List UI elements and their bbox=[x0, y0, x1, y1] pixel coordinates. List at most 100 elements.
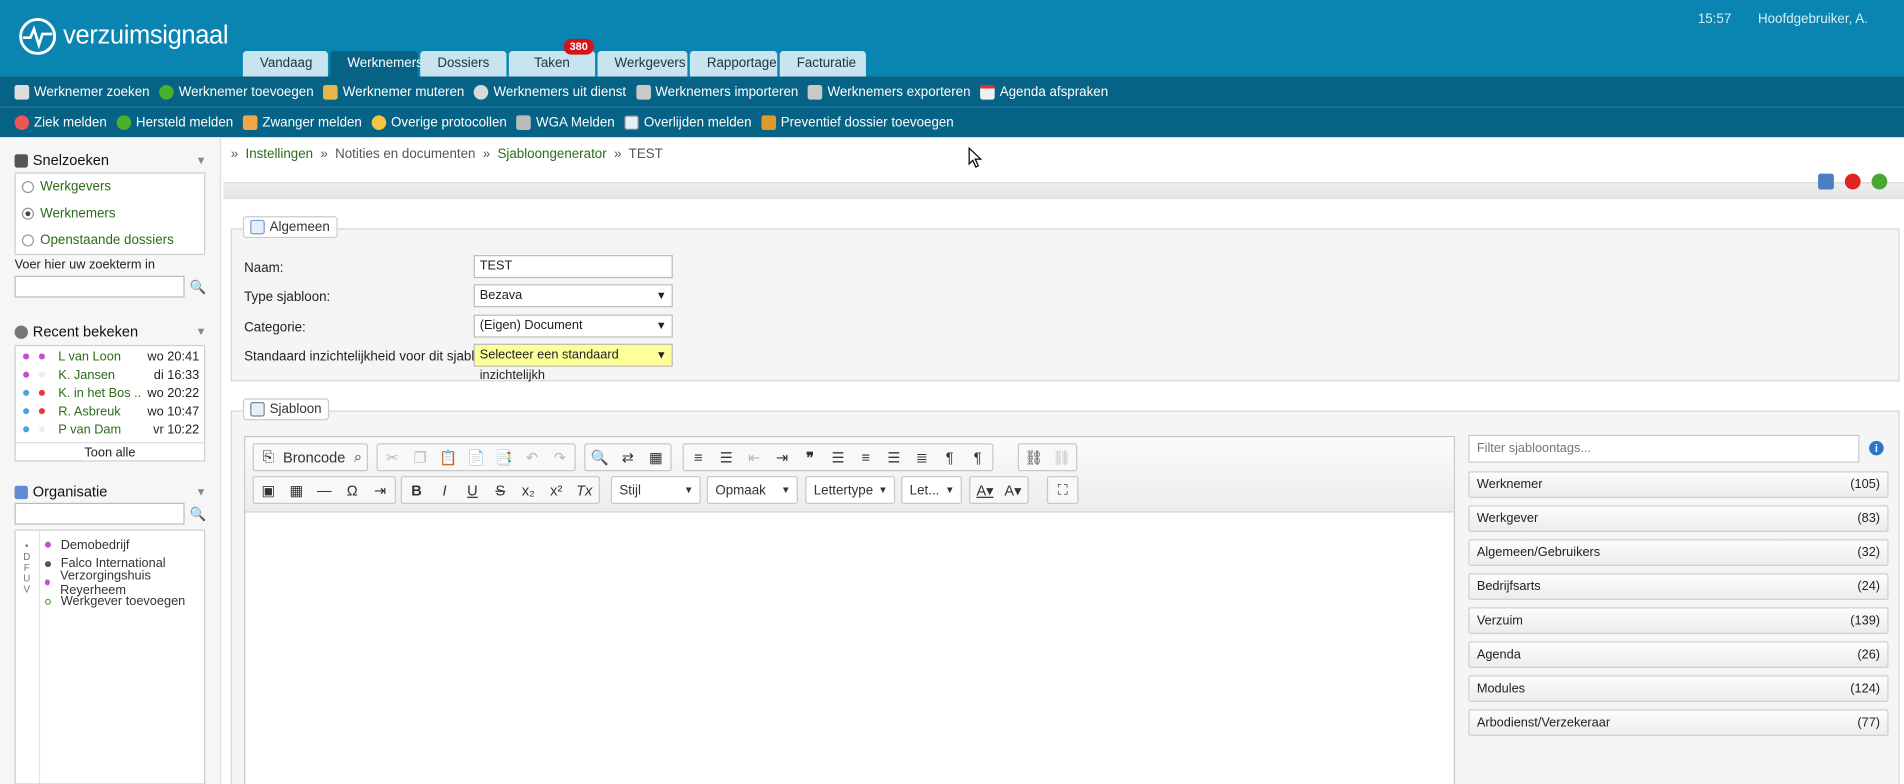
list-item[interactable]: L van Loon wo 20:41 bbox=[16, 347, 204, 365]
show-all-link[interactable]: Toon alle bbox=[15, 442, 205, 464]
quick-search-input[interactable] bbox=[14, 275, 185, 298]
tab-rapportage[interactable]: Rapportage bbox=[689, 51, 778, 77]
wga-melden-button[interactable]: WGA Melden bbox=[516, 115, 615, 130]
search-icon[interactable]: 🔍 bbox=[590, 448, 609, 467]
font-size-dropdown[interactable]: Let... ▼ bbox=[901, 476, 962, 505]
paste-icon[interactable]: 📋 bbox=[438, 448, 457, 467]
werknemer-zoeken-button[interactable]: Werknemer zoeken bbox=[14, 84, 150, 99]
tab-werkgevers[interactable]: Werkgevers bbox=[597, 51, 688, 77]
close-icon[interactable] bbox=[1844, 173, 1861, 190]
strikethrough-icon[interactable]: S bbox=[491, 480, 510, 499]
collapse-icon[interactable]: ▼ bbox=[196, 486, 207, 498]
tag-group-verzuim[interactable]: Verzuim (139) bbox=[1468, 607, 1889, 634]
unlink-icon[interactable]: ⛓ bbox=[1052, 448, 1071, 467]
tag-group-werknemer[interactable]: Werknemer (105) bbox=[1468, 471, 1889, 498]
remove-format-icon[interactable]: Tx bbox=[574, 480, 593, 499]
visibility-select[interactable]: Selecteer een standaard inzichtelijkh ▼ bbox=[473, 343, 673, 383]
style-dropdown[interactable]: Stijl ▼ bbox=[610, 476, 701, 505]
text-color-icon[interactable]: A▾ bbox=[975, 480, 994, 499]
format-dropdown[interactable]: Opmaak ▼ bbox=[706, 476, 798, 505]
replace-icon[interactable]: ⇄ bbox=[618, 448, 637, 467]
align-center-icon[interactable]: ≡ bbox=[856, 448, 875, 467]
refresh-icon[interactable] bbox=[1871, 173, 1888, 190]
tab-dossiers[interactable]: Dossiers bbox=[420, 51, 507, 77]
paste-text-icon[interactable]: 📄 bbox=[466, 448, 485, 467]
redo-icon[interactable]: ↷ bbox=[550, 448, 569, 467]
overlijden-melden-button[interactable]: Overlijden melden bbox=[624, 115, 752, 130]
tag-filter-input[interactable]: Filter sjabloontags... bbox=[1468, 434, 1860, 463]
save-icon[interactable] bbox=[1818, 173, 1834, 190]
rtl-icon[interactable]: ¶ bbox=[968, 448, 987, 467]
letter-index[interactable]: • D F U V bbox=[21, 540, 33, 595]
search-icon[interactable]: 🔍 bbox=[189, 506, 206, 523]
tag-group-arbodienst[interactable]: Arbodienst/Verzekeraar (77) bbox=[1468, 709, 1889, 736]
table-icon[interactable]: ▦ bbox=[287, 480, 306, 499]
category-select[interactable]: (Eigen) Document ▼ bbox=[473, 314, 673, 338]
werknemers-exporteren-button[interactable]: Werknemers exporteren bbox=[808, 84, 971, 99]
indent-icon[interactable]: ⇥ bbox=[772, 448, 791, 467]
radio-openstaande-dossiers[interactable]: Openstaande dossiers bbox=[16, 227, 204, 254]
align-left-icon[interactable]: ☰ bbox=[828, 448, 847, 467]
source-button[interactable]: ⎘ Broncode bbox=[259, 448, 346, 467]
preventief-dossier-button[interactable]: Preventief dossier toevoegen bbox=[761, 115, 954, 130]
blockquote-icon[interactable]: ❞ bbox=[800, 448, 819, 467]
bold-icon[interactable]: B bbox=[407, 480, 426, 499]
background-color-icon[interactable]: A▾ bbox=[1003, 480, 1022, 499]
hersteld-melden-button[interactable]: Hersteld melden bbox=[116, 115, 233, 130]
tree-item[interactable]: Verzorgingshuis Reyerheem bbox=[44, 568, 204, 597]
organisation-search-input[interactable] bbox=[14, 502, 185, 525]
collapse-icon[interactable]: ▼ bbox=[196, 154, 207, 166]
cut-icon[interactable]: ✂ bbox=[383, 448, 402, 467]
tab-taken[interactable]: Taken 380 bbox=[508, 38, 596, 77]
special-char-icon[interactable]: Ω bbox=[342, 480, 361, 499]
tag-group-agenda[interactable]: Agenda (26) bbox=[1468, 641, 1889, 668]
radio-button[interactable] bbox=[21, 234, 35, 247]
agenda-afspraken-button[interactable]: Agenda afspraken bbox=[980, 84, 1108, 99]
tag-group-bedrijfsarts[interactable]: Bedrijfsarts (24) bbox=[1468, 573, 1889, 600]
radio-werkgevers[interactable]: Werkgevers bbox=[16, 174, 204, 201]
image-icon[interactable]: ▣ bbox=[259, 480, 278, 499]
organisation-header[interactable]: Organisatie ▼ bbox=[14, 483, 207, 500]
numbered-list-icon[interactable]: ≡ bbox=[689, 448, 708, 467]
link-icon[interactable]: ⛓ bbox=[1024, 448, 1043, 467]
subscript-icon[interactable]: x₂ bbox=[519, 480, 538, 499]
ziek-melden-button[interactable]: Ziek melden bbox=[14, 115, 107, 130]
recent-header[interactable]: Recent bekeken ▼ bbox=[14, 323, 207, 340]
info-icon[interactable]: i bbox=[1869, 440, 1884, 456]
align-right-icon[interactable]: ☰ bbox=[884, 448, 903, 467]
tag-group-werkgever[interactable]: Werkgever (83) bbox=[1468, 505, 1889, 532]
type-select[interactable]: Bezava ▼ bbox=[473, 284, 673, 308]
radio-button[interactable] bbox=[21, 180, 35, 194]
breadcrumb-instellingen[interactable]: Instellingen bbox=[245, 147, 313, 162]
tag-group-modules[interactable]: Modules (124) bbox=[1468, 675, 1889, 702]
superscript-icon[interactable]: x² bbox=[547, 480, 566, 499]
list-item[interactable]: P van Dam vr 10:22 bbox=[16, 420, 204, 438]
tab-werknemers[interactable]: Werknemers bbox=[330, 51, 423, 77]
select-all-icon[interactable]: ▦ bbox=[646, 448, 665, 467]
preview-icon[interactable]: ⌕ bbox=[354, 448, 362, 467]
outdent-icon[interactable]: ⇤ bbox=[744, 448, 763, 467]
tag-group-algemeen[interactable]: Algemeen/Gebruikers (32) bbox=[1468, 539, 1889, 566]
search-icon[interactable]: 🔍 bbox=[189, 279, 206, 296]
undo-icon[interactable]: ↶ bbox=[522, 448, 541, 467]
werknemer-muteren-button[interactable]: Werknemer muteren bbox=[323, 84, 464, 99]
radio-werknemers[interactable]: Werknemers bbox=[16, 200, 204, 227]
overige-protocollen-button[interactable]: Overige protocollen bbox=[371, 115, 507, 130]
logo[interactable]: verzuimsignaal bbox=[18, 17, 229, 56]
tab-vandaag[interactable]: Vandaag bbox=[242, 51, 328, 77]
tree-item-add[interactable]: Werkgever toevoegen bbox=[44, 592, 204, 611]
collapse-icon[interactable]: ▼ bbox=[196, 325, 207, 337]
tree-item[interactable]: Demobedrijf bbox=[44, 536, 204, 555]
quick-search-header[interactable]: Snelzoeken ▼ bbox=[14, 152, 207, 169]
editor-content-area[interactable] bbox=[245, 513, 1453, 784]
werknemer-toevoegen-button[interactable]: Werknemer toevoegen bbox=[159, 84, 314, 99]
italic-icon[interactable]: I bbox=[435, 480, 454, 499]
paste-word-icon[interactable]: 📑 bbox=[494, 448, 513, 467]
user-name[interactable]: Hoofdgebruiker, A. bbox=[1758, 12, 1868, 27]
underline-icon[interactable]: U bbox=[463, 480, 482, 499]
ltr-icon[interactable]: ¶ bbox=[940, 448, 959, 467]
radio-button[interactable] bbox=[21, 207, 35, 220]
copy-icon[interactable]: ❐ bbox=[411, 448, 430, 467]
breadcrumb-sjabloongenerator[interactable]: Sjabloongenerator bbox=[497, 147, 606, 162]
maximize-icon[interactable]: ⛶ bbox=[1053, 480, 1072, 499]
